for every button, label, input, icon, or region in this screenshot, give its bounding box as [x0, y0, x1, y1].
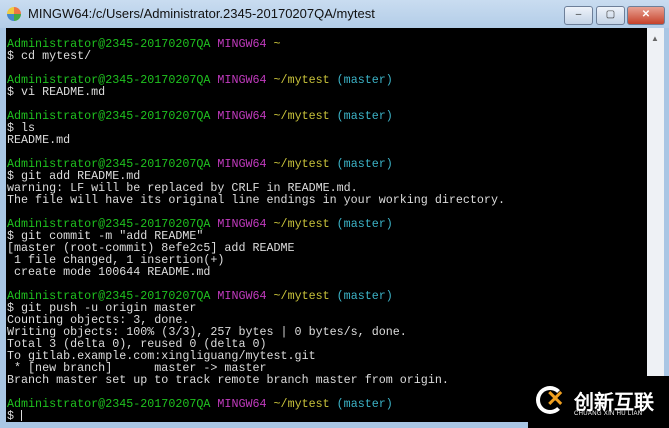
scroll-up-arrow-icon[interactable]: ▲ [651, 34, 659, 43]
prompt-system: MINGW64 [217, 157, 267, 171]
output-line: $ cd mytest/ [7, 49, 92, 63]
prompt-system: MINGW64 [217, 289, 267, 303]
maximize-button[interactable]: ▢ [596, 6, 625, 25]
prompt-system: MINGW64 [217, 73, 267, 87]
title-bar: MINGW64:/c/Users/Administrator.2345-2017… [0, 0, 669, 28]
watermark-logo: ✕ 创新互联 CHUANG XIN HU LIAN [528, 376, 669, 428]
prompt-user: Administrator@2345-20170207QA [7, 397, 211, 411]
logo-x-icon: ✕ [546, 386, 565, 411]
prompt-line: Administrator@2345-20170207QA MINGW64 ~/… [6, 110, 647, 122]
prompt-system: MINGW64 [217, 109, 267, 123]
prompt-system: MINGW64 [217, 217, 267, 231]
minimize-button[interactable]: – [564, 6, 593, 25]
prompt-branch: (master) [336, 397, 393, 411]
prompt-branch: (master) [336, 217, 393, 231]
prompt-system: MINGW64 [217, 37, 267, 51]
prompt-path: ~/mytest [273, 397, 330, 411]
prompt-branch: (master) [336, 157, 393, 171]
prompt-path: ~ [273, 37, 281, 51]
output-line: $ ls [7, 121, 36, 135]
prompt-path: ~/mytest [273, 289, 330, 303]
close-button[interactable]: ✕ [627, 6, 665, 25]
output-line: README.md [7, 133, 71, 147]
output-line: create mode 100644 README.md [7, 265, 211, 279]
text-cursor [21, 410, 23, 421]
prompt-line: Administrator@2345-20170207QA MINGW64 ~ [6, 38, 647, 50]
terminal-output[interactable]: Administrator@2345-20170207QA MINGW64 ~ $… [6, 28, 647, 422]
prompt-system: MINGW64 [217, 397, 267, 411]
watermark-subtitle: CHUANG XIN HU LIAN [574, 411, 643, 417]
mingw-app-icon [7, 7, 21, 21]
prompt-branch: (master) [336, 109, 393, 123]
prompt-branch: (master) [336, 289, 393, 303]
prompt-symbol: $ [7, 409, 22, 423]
prompt-path: ~/mytest [273, 217, 330, 231]
prompt-path: ~/mytest [273, 109, 330, 123]
prompt-path: ~/mytest [273, 157, 330, 171]
prompt-user: Administrator@2345-20170207QA [7, 109, 211, 123]
prompt-path: ~/mytest [273, 73, 330, 87]
output-line: The file will have its original line end… [7, 193, 505, 207]
scrollbar[interactable]: ▲ [647, 28, 664, 422]
output-line: $ vi README.md [7, 85, 106, 99]
prompt-branch: (master) [336, 73, 393, 87]
window-title: MINGW64:/c/Users/Administrator.2345-2017… [28, 6, 375, 21]
